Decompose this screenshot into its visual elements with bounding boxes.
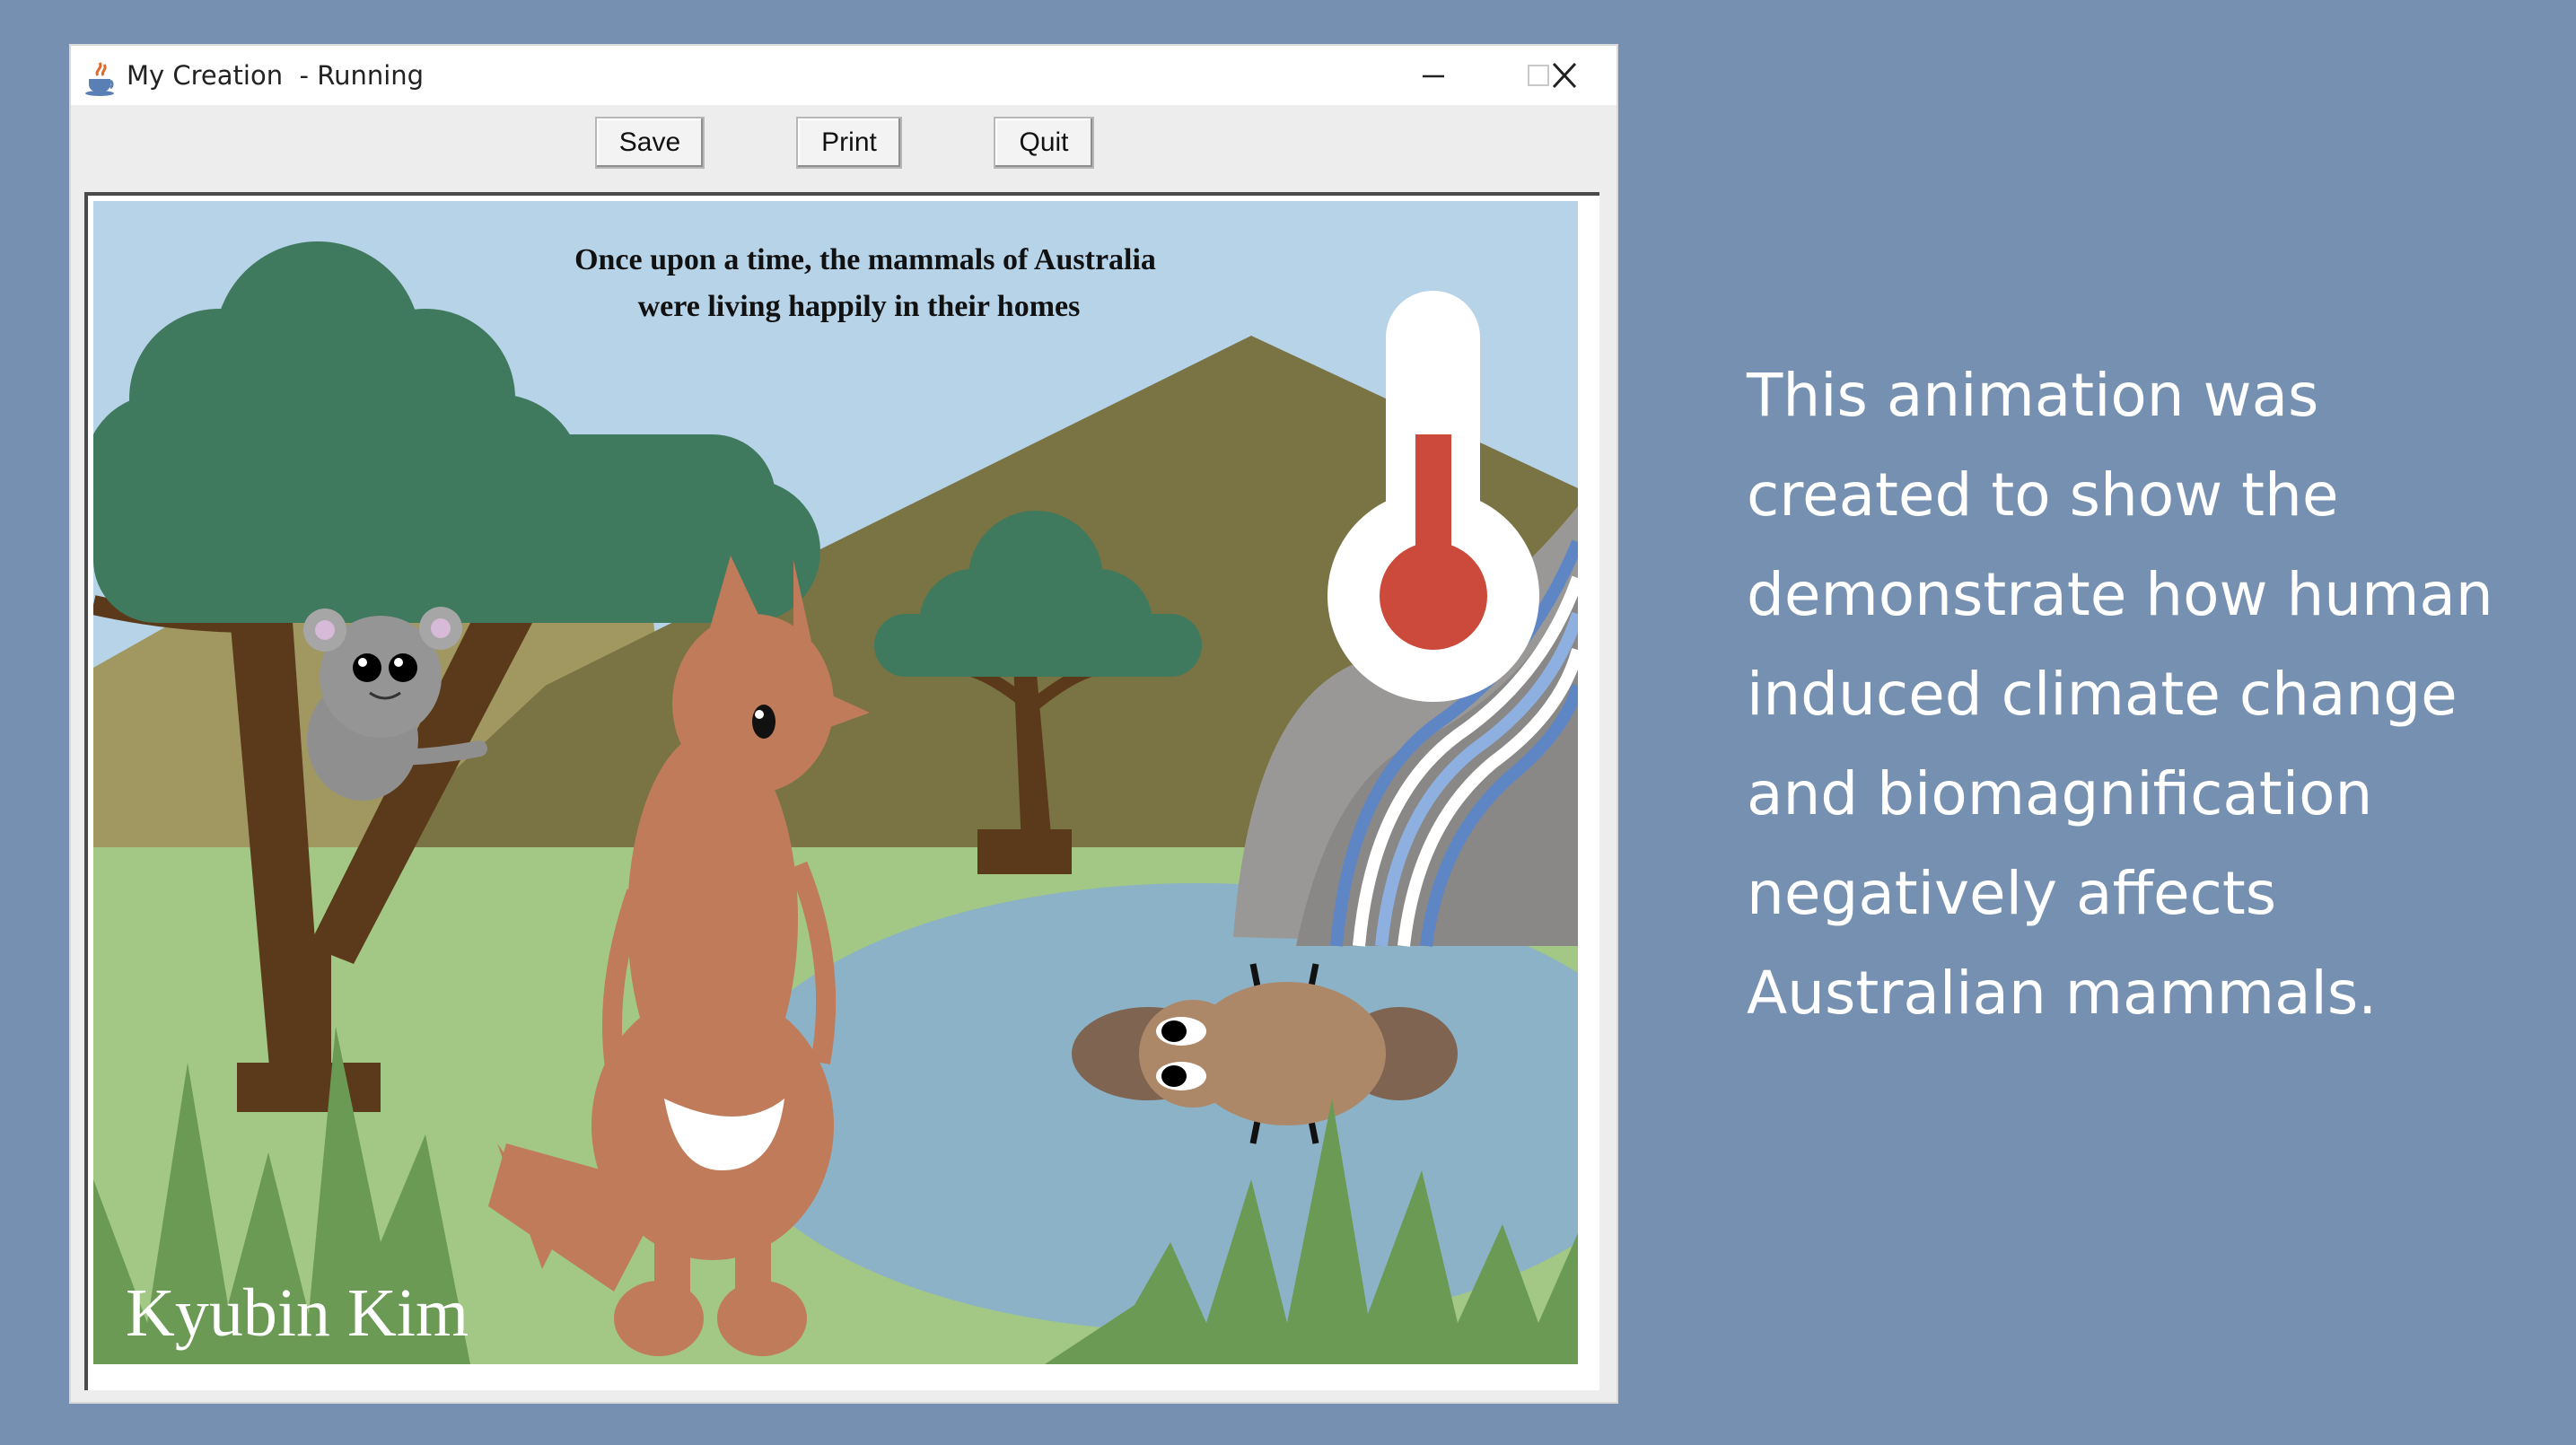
animation-scene: Once upon a time, the mammals of Austral… bbox=[93, 201, 1578, 1364]
app-window: My Creation - Running Save Print Quit On… bbox=[69, 44, 1618, 1404]
minimize-button[interactable] bbox=[1389, 46, 1478, 105]
title-bar[interactable]: My Creation - Running bbox=[71, 46, 1617, 105]
toolbar: Save Print Quit bbox=[71, 105, 1617, 186]
save-button[interactable]: Save bbox=[595, 117, 705, 169]
story-caption-line-1: Once upon a time, the mammals of Austral… bbox=[574, 243, 1156, 276]
author-signature: Kyubin Kim bbox=[126, 1275, 469, 1351]
window-title: My Creation - Running bbox=[127, 60, 425, 91]
quit-button[interactable]: Quit bbox=[994, 117, 1094, 169]
java-cup-icon bbox=[85, 62, 114, 96]
description-text: This animation was created to show the d… bbox=[1747, 361, 2493, 1028]
story-caption-line-2: were living happily in their homes bbox=[638, 290, 1081, 323]
drawing-canvas: Once upon a time, the mammals of Austral… bbox=[84, 192, 1599, 1390]
close-icon[interactable] bbox=[1548, 61, 1581, 90]
minimize-icon bbox=[1423, 74, 1444, 78]
close-button[interactable] bbox=[1597, 46, 1618, 105]
print-button[interactable]: Print bbox=[796, 117, 902, 169]
